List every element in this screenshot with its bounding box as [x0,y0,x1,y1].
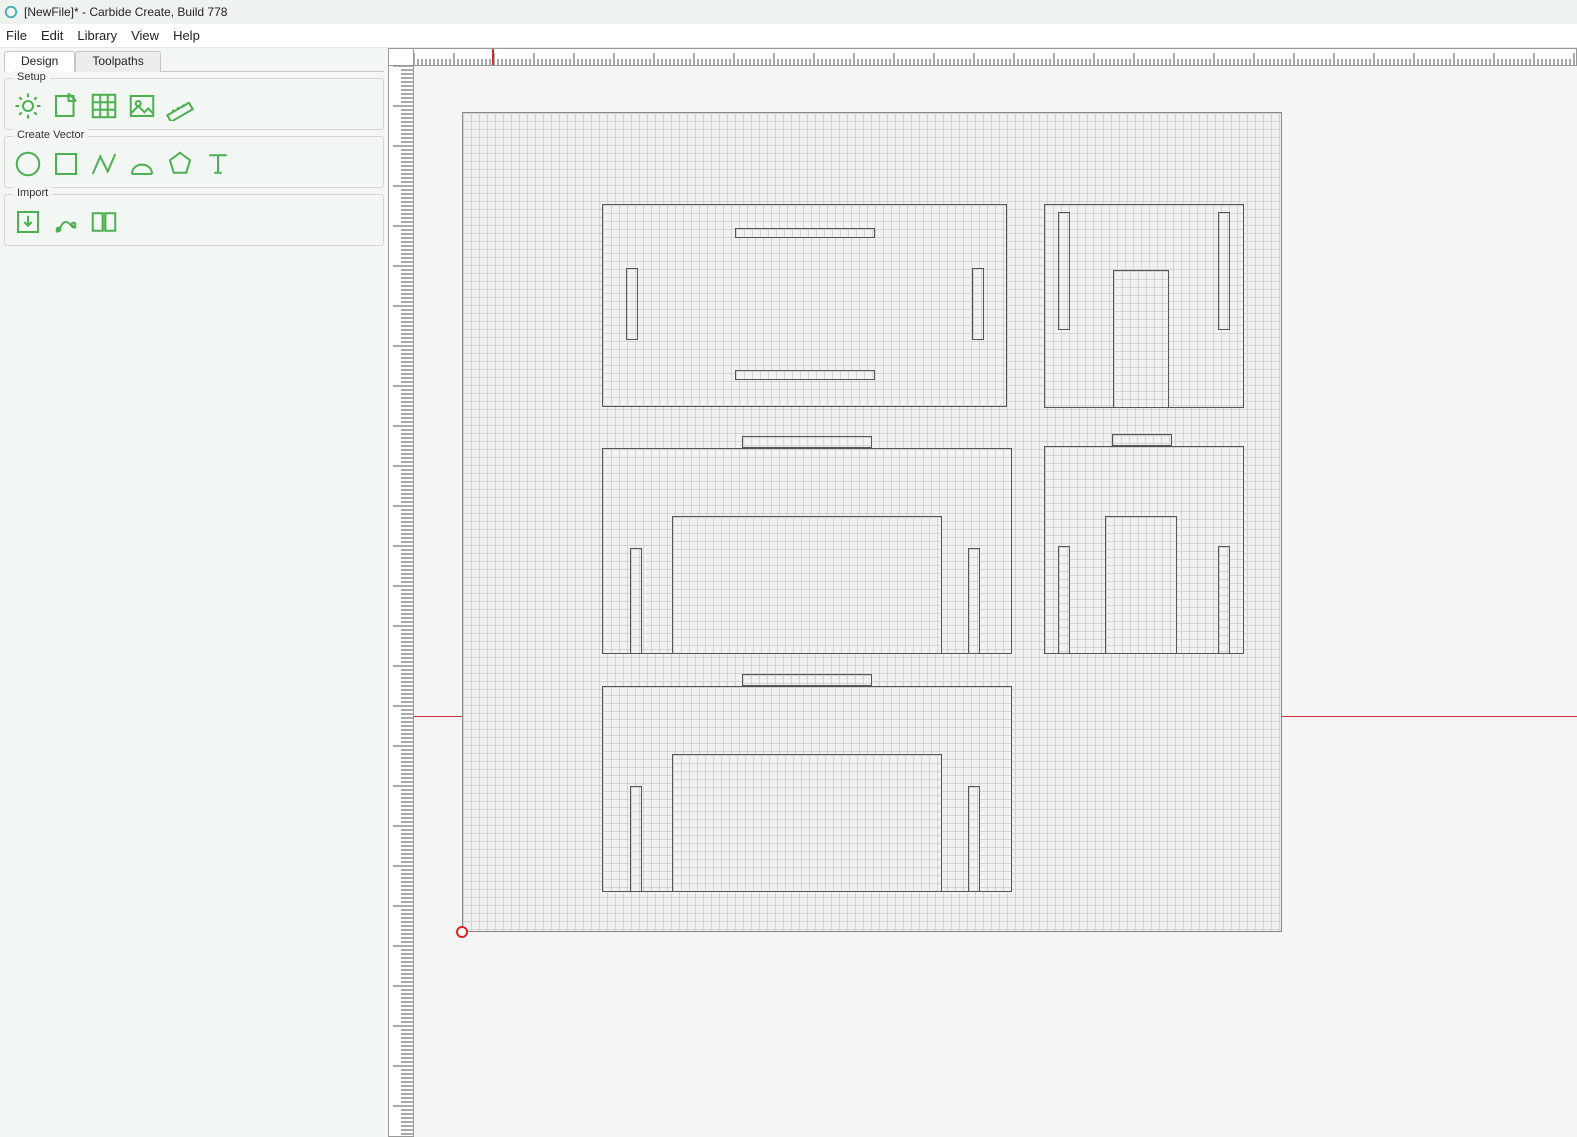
vector-low-inner[interactable] [672,754,942,892]
title-bar: [NewFile]* - Carbide Create, Build 778 [0,0,1577,24]
vector-top-slot-lower[interactable] [735,370,875,380]
panel-import: Import [4,194,384,246]
ruler-vertical [388,66,414,1137]
vector-right-mid-notch[interactable] [1112,434,1172,446]
job-setup-button[interactable] [13,91,43,121]
vector-mid-notch[interactable] [742,436,872,448]
ruler-horizontal [414,48,1577,66]
menu-library[interactable]: Library [77,28,117,43]
sidebar-tabs: Design Toolpaths [4,50,384,72]
import-file-button[interactable] [13,207,43,237]
panel-create-vector: Create Vector [4,136,384,188]
vector-right-top-slot-r[interactable] [1218,212,1230,330]
vector-right-mid-inner[interactable] [1105,516,1177,654]
menu-file[interactable]: File [6,28,27,43]
panel-setup-title: Setup [13,71,50,83]
polyline-tool-button[interactable] [89,149,119,179]
sidebar: Design Toolpaths Setup Create Vector [0,48,388,1137]
vector-mid-slot-r[interactable] [968,548,980,654]
rectangle-tool-button[interactable] [51,149,81,179]
panel-setup: Setup [4,78,384,130]
tab-toolpaths[interactable]: Toolpaths [75,51,160,72]
window-title: [NewFile]* - Carbide Create, Build 778 [24,5,227,19]
circle-tool-button[interactable] [13,149,43,179]
vector-low-slot-r[interactable] [968,786,980,892]
menu-bar: File Edit Library View Help [0,24,1577,48]
menu-edit[interactable]: Edit [41,28,63,43]
vector-mid-slot-l[interactable] [630,548,642,654]
vector-right-mid-slot-r[interactable] [1218,546,1230,654]
vector-mid-inner[interactable] [672,516,942,654]
vector-low-notch[interactable] [742,674,872,686]
origin-marker-icon [456,926,468,938]
new-doc-button[interactable] [51,91,81,121]
ruler-marker [492,49,494,65]
curve-tool-button[interactable] [127,149,157,179]
panel-import-title: Import [13,187,52,199]
vector-top-slot-left[interactable] [626,268,638,340]
polygon-tool-button[interactable] [165,149,195,179]
vector-right-top-slot-l[interactable] [1058,212,1070,330]
measure-button[interactable] [165,91,195,121]
menu-help[interactable]: Help [173,28,200,43]
app-logo-icon [4,5,18,19]
canvas-area[interactable] [388,48,1577,1137]
canvas[interactable] [414,66,1577,1137]
library-open-button[interactable] [89,207,119,237]
text-tool-button[interactable] [203,149,233,179]
background-image-button[interactable] [127,91,157,121]
vector-right-top-inner[interactable] [1113,270,1169,408]
vector-low-slot-l[interactable] [630,786,642,892]
vector-top-slot-upper[interactable] [735,228,875,238]
trace-image-button[interactable] [51,207,81,237]
menu-view[interactable]: View [131,28,159,43]
panel-create-vector-title: Create Vector [13,129,88,141]
tab-design[interactable]: Design [4,51,75,72]
vector-top-slot-right[interactable] [972,268,984,340]
ruler-corner [388,48,414,66]
vector-right-mid-slot-l[interactable] [1058,546,1070,654]
grid-button[interactable] [89,91,119,121]
